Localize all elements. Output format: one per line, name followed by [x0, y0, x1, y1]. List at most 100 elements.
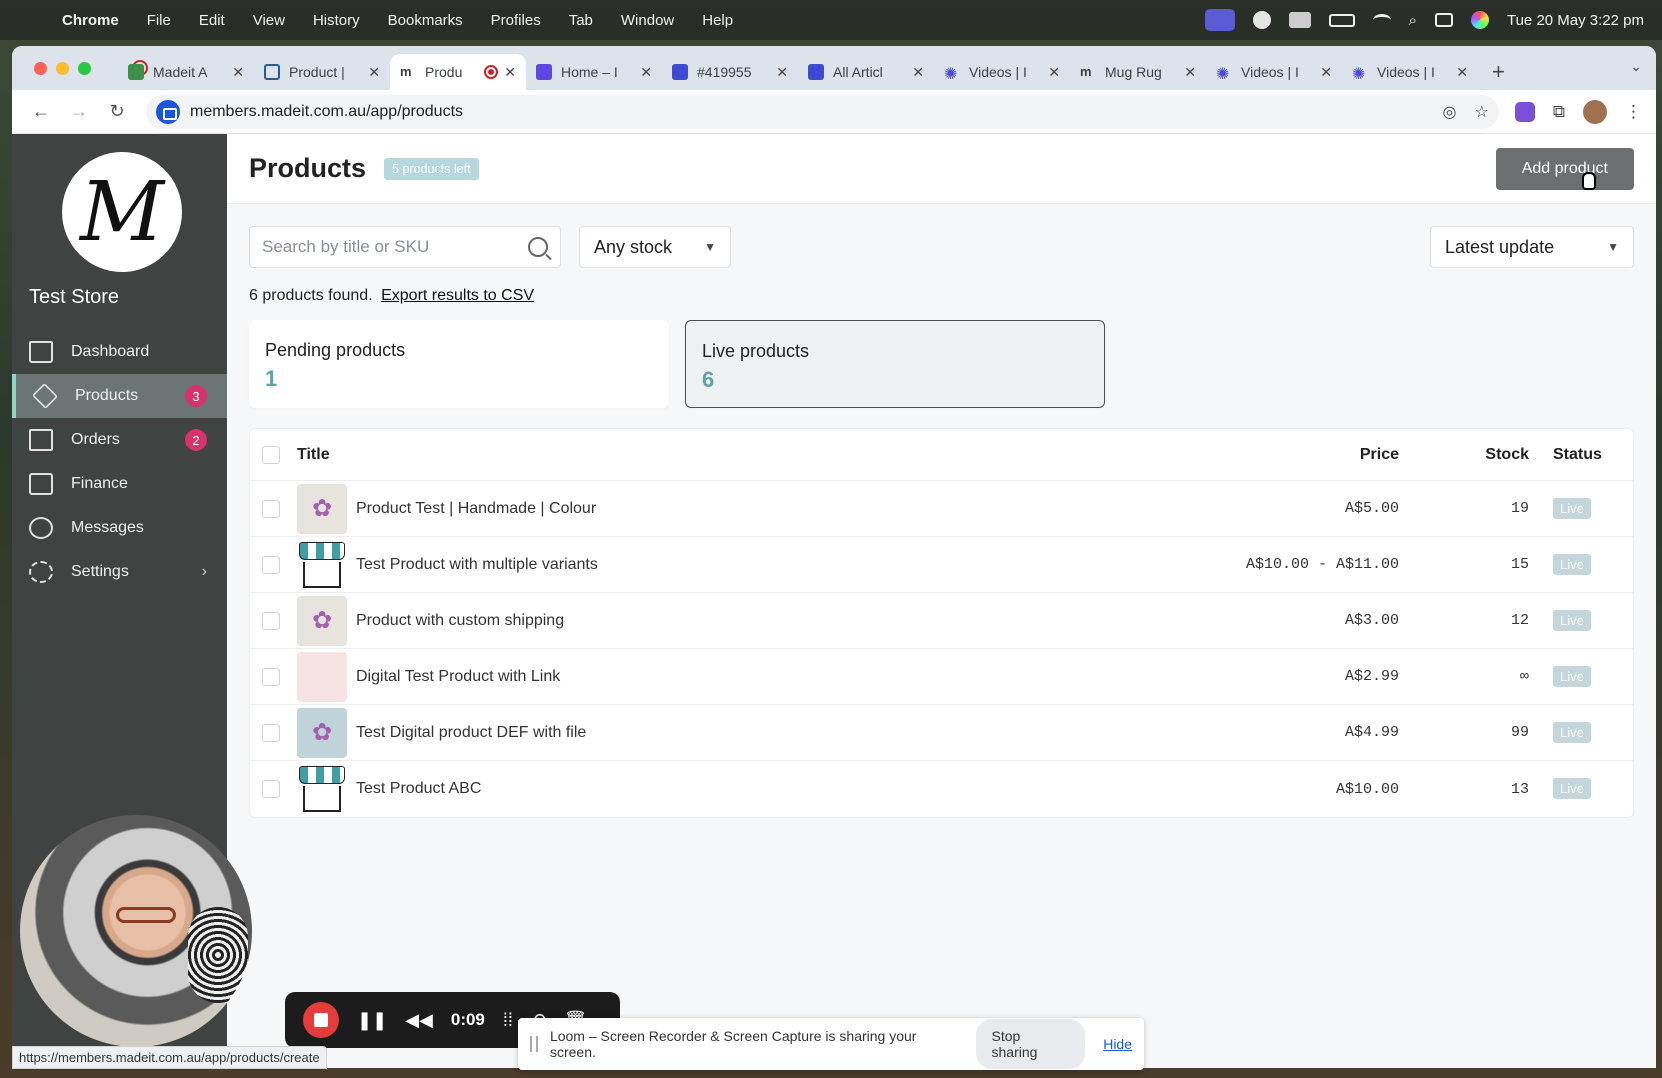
- close-window-button[interactable]: [34, 62, 47, 75]
- tab-videos-2[interactable]: ✺ Videos | I ✕: [1206, 54, 1342, 90]
- rewind-icon[interactable]: ◀◀: [405, 1010, 433, 1031]
- menu-view[interactable]: View: [253, 12, 285, 29]
- grid-icon[interactable]: ⁞⁞: [503, 1010, 513, 1031]
- close-icon[interactable]: ✕: [368, 64, 380, 81]
- table-row[interactable]: Digital Test Product with Link A$2.99 ∞ …: [250, 649, 1633, 705]
- stop-recording-button[interactable]: [303, 1002, 339, 1038]
- tab-madeit-a[interactable]: Madeit A ✕: [118, 54, 254, 90]
- close-icon[interactable]: ✕: [1184, 64, 1196, 81]
- close-icon[interactable]: ✕: [1320, 64, 1332, 81]
- tab-home[interactable]: Home – I ✕: [526, 54, 662, 90]
- sidebar-item-messages[interactable]: Messages: [12, 506, 227, 550]
- menu-help[interactable]: Help: [702, 12, 733, 29]
- menu-profiles[interactable]: Profiles: [491, 12, 541, 29]
- menu-history[interactable]: History: [313, 12, 360, 29]
- menubar-clock[interactable]: Tue 20 May 3:22 pm: [1507, 12, 1644, 29]
- control-center-icon[interactable]: [1434, 13, 1453, 27]
- product-thumbnail[interactable]: [297, 540, 347, 590]
- reload-icon[interactable]: ↻: [102, 101, 132, 122]
- add-product-button[interactable]: Add product: [1495, 147, 1634, 190]
- row-checkbox[interactable]: [262, 667, 280, 686]
- tab-videos-3[interactable]: ✺ Videos | I ✕: [1342, 54, 1478, 90]
- export-csv-link[interactable]: Export results to CSV: [381, 287, 534, 304]
- live-products-card[interactable]: Live products 6: [685, 320, 1105, 408]
- profile-avatar[interactable]: [1583, 99, 1607, 124]
- sort-select[interactable]: Latest update ▼: [1430, 226, 1634, 268]
- product-title[interactable]: Product Test | Handmade | Colour: [356, 500, 1169, 518]
- search-input[interactable]: [262, 237, 528, 257]
- pause-icon[interactable]: ❚❚: [357, 1010, 387, 1031]
- drag-handle-icon[interactable]: [530, 1036, 538, 1052]
- menu-edit[interactable]: Edit: [199, 12, 225, 29]
- tab-videos-1[interactable]: ✺ Videos | I ✕: [934, 54, 1070, 90]
- extension-icon[interactable]: [1514, 101, 1535, 122]
- close-icon[interactable]: ✕: [776, 64, 788, 81]
- address-bar[interactable]: members.madeit.com.au/app/products ◎ ☆: [146, 94, 1499, 129]
- table-row[interactable]: Product Test | Handmade | Colour A$5.00 …: [250, 481, 1633, 537]
- menu-tab[interactable]: Tab: [569, 12, 593, 29]
- column-price[interactable]: Price: [1169, 446, 1399, 464]
- webcam-bubble[interactable]: [20, 815, 252, 1047]
- close-icon[interactable]: ✕: [232, 64, 244, 81]
- tab-product[interactable]: Product | ✕: [254, 54, 390, 90]
- close-icon[interactable]: ✕: [912, 64, 924, 81]
- row-checkbox[interactable]: [262, 780, 280, 798]
- kebab-menu-icon[interactable]: ⋮: [1625, 102, 1642, 122]
- table-row[interactable]: Test Product ABC A$10.00 13 Live: [250, 761, 1633, 817]
- product-thumbnail[interactable]: [297, 595, 347, 646]
- tab-products-active[interactable]: m Produ ✕: [390, 54, 526, 90]
- row-checkbox[interactable]: [262, 499, 280, 518]
- site-info-icon[interactable]: [156, 99, 180, 124]
- column-status[interactable]: Status: [1529, 446, 1633, 464]
- row-checkbox[interactable]: [262, 723, 280, 742]
- battery-icon[interactable]: [1328, 13, 1355, 27]
- siri-icon[interactable]: [1470, 11, 1489, 29]
- minimize-window-button[interactable]: [56, 62, 69, 75]
- search-icon[interactable]: [528, 237, 548, 257]
- product-title[interactable]: Product with custom shipping: [356, 612, 1169, 630]
- forward-arrow-icon[interactable]: →: [64, 101, 94, 122]
- loom-status-icon[interactable]: [1252, 11, 1271, 29]
- table-row[interactable]: Test Digital product DEF with file A$4.9…: [250, 705, 1633, 761]
- product-thumbnail[interactable]: [297, 707, 347, 758]
- eye-slash-icon[interactable]: ◎: [1443, 102, 1457, 122]
- product-title[interactable]: Digital Test Product with Link: [356, 668, 1169, 686]
- row-checkbox[interactable]: [262, 555, 280, 574]
- table-row[interactable]: Product with custom shipping A$3.00 12 L…: [250, 593, 1633, 649]
- close-icon[interactable]: ✕: [1456, 64, 1468, 81]
- column-title[interactable]: Title: [297, 446, 1169, 464]
- close-icon[interactable]: ✕: [504, 64, 516, 81]
- close-icon[interactable]: ✕: [1048, 64, 1060, 81]
- sidebar-item-settings[interactable]: Settings ›: [12, 550, 227, 594]
- spotlight-search-icon[interactable]: ⌕: [1409, 12, 1417, 29]
- stop-sharing-button[interactable]: Stop sharing: [975, 1019, 1086, 1069]
- sidebar-item-products[interactable]: Products 3: [12, 374, 227, 418]
- url-text[interactable]: members.madeit.com.au/app/products: [190, 103, 463, 121]
- screen-recorder-icon[interactable]: [1204, 9, 1235, 31]
- menu-file[interactable]: File: [147, 12, 171, 29]
- sidebar-item-finance[interactable]: Finance: [12, 462, 227, 506]
- product-title[interactable]: Test Product ABC: [356, 780, 1169, 798]
- product-thumbnail[interactable]: [297, 651, 347, 702]
- product-thumbnail[interactable]: [297, 483, 347, 534]
- new-tab-button[interactable]: +: [1492, 54, 1505, 90]
- store-logo[interactable]: M: [62, 152, 182, 272]
- display-icon[interactable]: [1288, 12, 1311, 28]
- hide-link[interactable]: Hide: [1103, 1036, 1132, 1052]
- tab-all-articles[interactable]: All Articl ✕: [798, 54, 934, 90]
- close-icon[interactable]: ✕: [640, 64, 652, 81]
- row-checkbox[interactable]: [262, 611, 280, 630]
- back-arrow-icon[interactable]: ←: [26, 101, 56, 122]
- puzzle-icon[interactable]: ⧉: [1553, 102, 1565, 122]
- sidebar-item-dashboard[interactable]: Dashboard: [12, 330, 227, 374]
- table-row[interactable]: Test Product with multiple variants A$10…: [250, 537, 1633, 593]
- sidebar-item-orders[interactable]: Orders 2: [12, 418, 227, 462]
- bookmark-star-icon[interactable]: ☆: [1475, 102, 1489, 122]
- menu-window[interactable]: Window: [621, 12, 674, 29]
- product-thumbnail[interactable]: [297, 764, 347, 814]
- tab-search-chevron-icon[interactable]: ⌄: [1630, 58, 1642, 75]
- maximize-window-button[interactable]: [78, 62, 91, 75]
- wifi-icon[interactable]: [1372, 14, 1391, 26]
- menu-bookmarks[interactable]: Bookmarks: [388, 12, 463, 29]
- stock-filter-select[interactable]: Any stock ▼: [579, 226, 731, 268]
